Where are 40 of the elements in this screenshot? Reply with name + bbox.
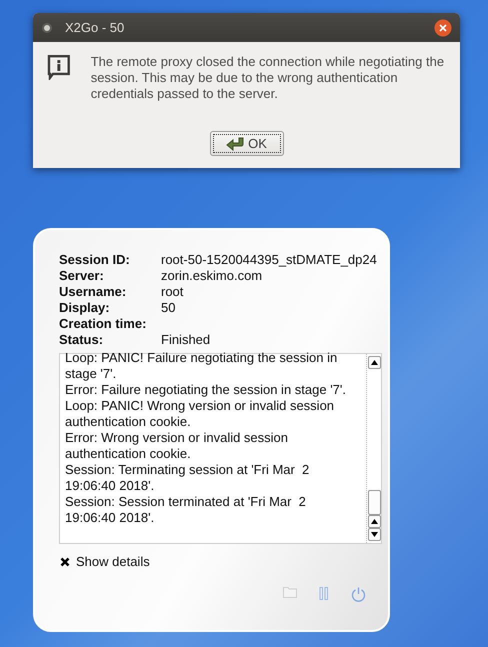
info-icon (47, 54, 71, 80)
log-line: authentication cookie. (65, 446, 192, 462)
field-label: Creation time: (59, 316, 148, 332)
app-icon (41, 22, 53, 34)
error-message: The remote proxy closed the connection while negotiating the session. This may be due to the wrong authentication credentials passed to the server. (90, 54, 446, 103)
enter-arrow-icon (226, 136, 244, 150)
log-line: authentication cookie. (65, 414, 192, 430)
log-line: Error: Wrong version or invalid session (65, 430, 290, 446)
log-line: Session: Session terminated at 'Fri Mar 2 (65, 494, 307, 510)
up-arrow-icon (371, 360, 378, 365)
field-label: Username: (59, 284, 128, 300)
scroll-up-button[interactable] (368, 515, 381, 528)
log-line: 19:06:40 2018'. (65, 478, 156, 494)
field-value: root (161, 284, 184, 300)
field-value: 50 (161, 300, 176, 316)
ok-button[interactable]: OK (210, 131, 284, 156)
scroll-down-button[interactable] (368, 528, 381, 541)
field-label: Status: (59, 332, 104, 348)
up-arrow-icon (371, 519, 378, 524)
checkbox[interactable] (59, 556, 70, 567)
log-line: Error: Failure negotiating the session in stage '7'. (65, 382, 348, 398)
log-line: Loop: PANIC! Failure negotiating the session in (65, 350, 338, 366)
log-line: Session: Terminating session at 'Fri Mar 2 (65, 462, 310, 478)
field-label: Session ID: (59, 252, 131, 268)
scrollbar[interactable] (366, 354, 381, 543)
log-line: stage '7'. (65, 366, 118, 382)
field-label: Display: (59, 300, 111, 316)
log-line: 19:06:40 2018'. (65, 510, 156, 526)
field-label: Server: (59, 268, 105, 284)
scroll-thumb[interactable] (368, 490, 381, 515)
scroll-up-button[interactable] (368, 356, 381, 369)
close-icon[interactable] (434, 18, 452, 36)
field-value: root-50-1520044395_stDMATE_dp24 (161, 252, 378, 268)
down-arrow-icon (371, 532, 378, 537)
log-line: Loop: PANIC! Wrong version or invalid session (65, 398, 336, 414)
field-value: zorin.eskimo.com (161, 268, 264, 284)
checkbox-label[interactable]: Show details (76, 554, 150, 569)
window-title: X2Go - 50 (65, 20, 126, 35)
show-details-checkbox[interactable]: Show details (59, 554, 388, 569)
field-value: Finished (161, 332, 212, 348)
